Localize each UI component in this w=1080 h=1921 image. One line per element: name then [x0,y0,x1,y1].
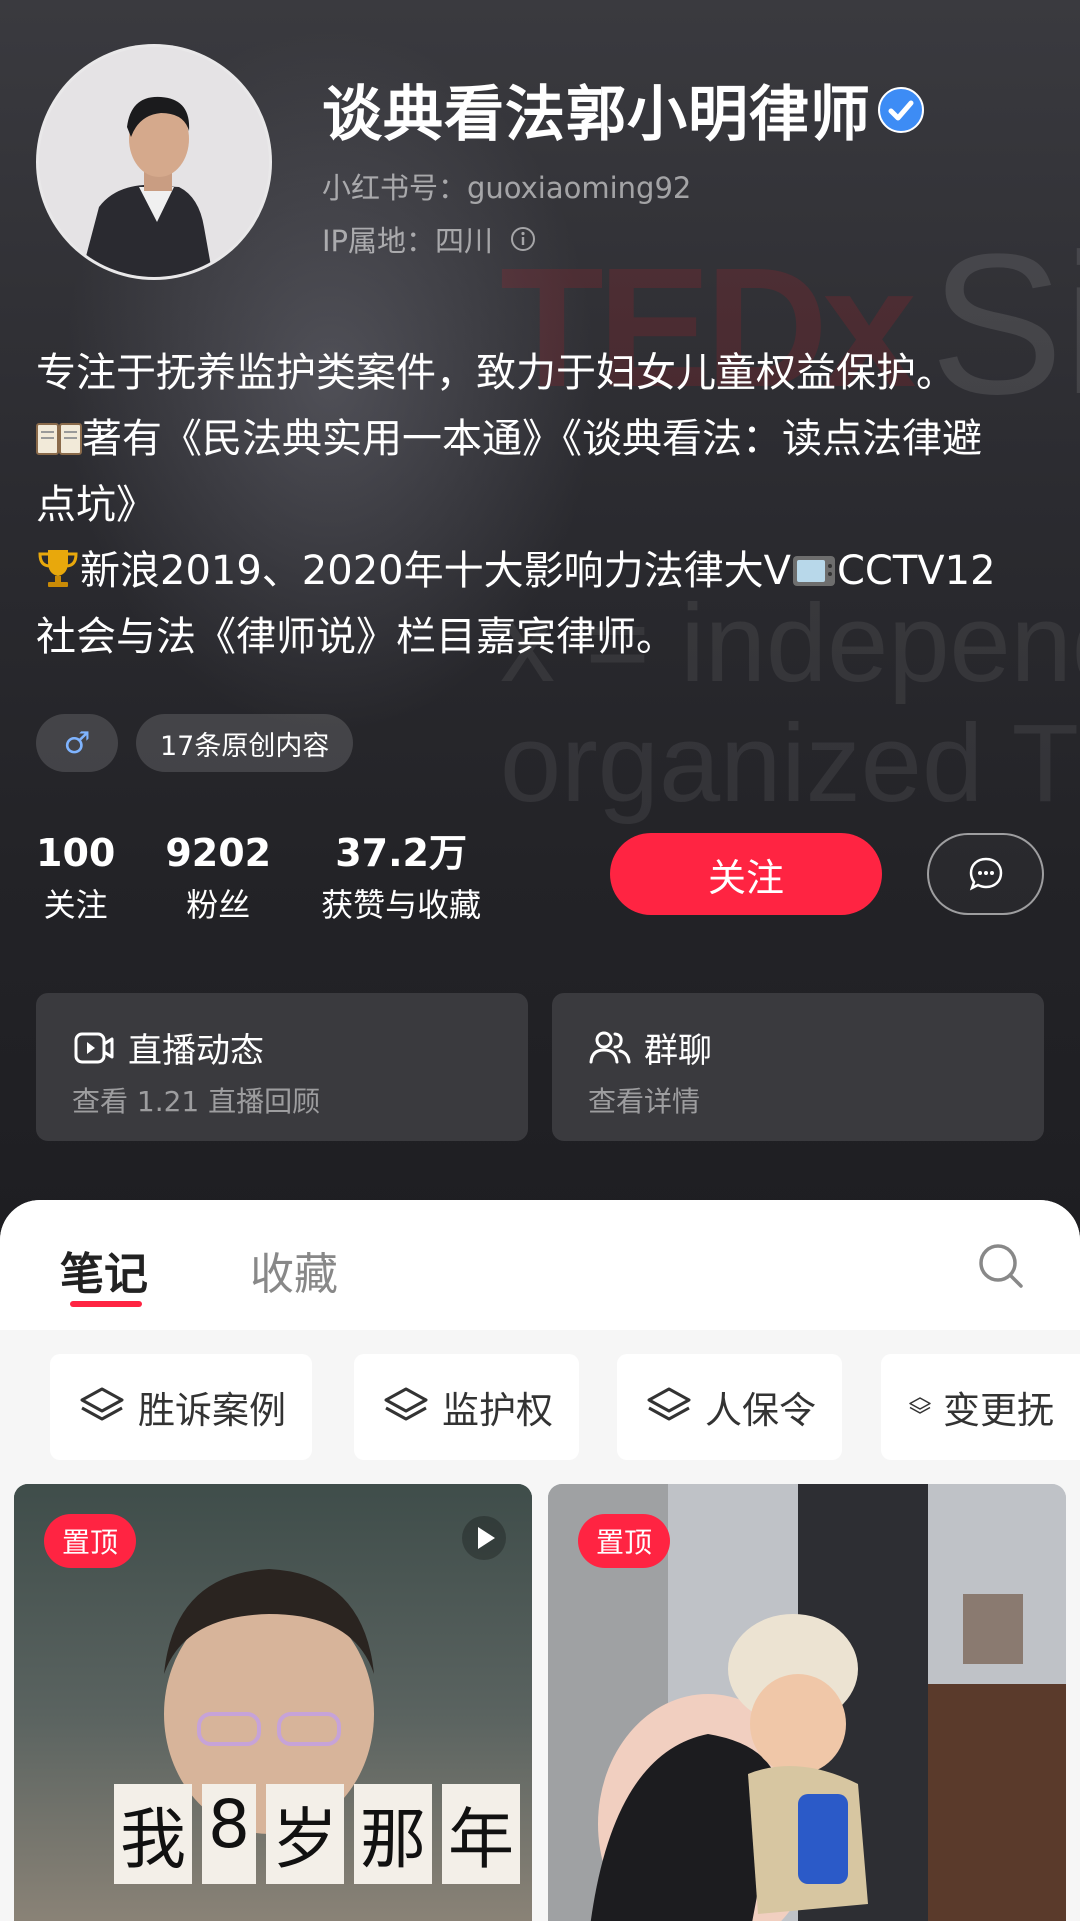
chip-protection-order[interactable]: 人保令 [617,1354,842,1460]
verified-badge-icon [878,86,924,133]
live-video-icon [74,1032,114,1063]
tab-notes[interactable]: 笔记 [60,1238,148,1302]
stat-number: 100 [36,831,116,875]
group-card-title: 群聊 [588,1023,1008,1072]
profile-bio: 专注于抚养监护类案件，致力于妇女儿童权益保护。 著有《民法典实用一本通》《谈典看… [36,340,1056,670]
caption-char: 那 [354,1784,432,1884]
stat-label: 粉丝 [186,886,251,924]
active-tab-indicator [70,1301,142,1307]
stat-label: 关注 [43,886,108,924]
ip-location: IP属地：四川 [322,218,537,260]
gender-tag: ♂ [36,714,118,772]
chip-guardianship[interactable]: 监护权 [354,1354,579,1460]
profile-name: 谈典看法郭小明律师 [322,80,871,150]
profile-stats: 100 关注 9202 粉丝 37.2万 获赞与收藏 [36,830,531,930]
live-card-subtitle: 查看 1.21 直播回顾 [72,1085,321,1118]
bio-line: 新浪2019、2020年十大影响力法律大V CCTV12 [36,538,1056,604]
caption-char: 年 [442,1784,520,1884]
layers-icon [647,1387,691,1421]
live-card-title: 直播动态 [72,1023,492,1072]
cover-caption: 我 8 岁 那 年 [114,1784,520,1884]
chip-change-custody[interactable]: 变更抚 [881,1354,1080,1460]
bio-line: 著有《民法典实用一本通》《谈典看法：读点法律避 [36,406,1056,472]
caption-char: 我 [114,1784,192,1884]
chip-label: 胜诉案例 [138,1389,286,1432]
tv-icon [792,556,835,586]
caption-char: 岁 [266,1784,344,1884]
original-content-tag[interactable]: 17条原创内容 [136,714,354,772]
chip-winning-cases[interactable]: 胜诉案例 [50,1354,312,1460]
content-sheet: 笔记 收藏 胜诉案例 监护权 人保令 变更抚 置顶 我 8 岁 那 年 置顶 [0,1200,1080,1921]
play-icon [462,1516,506,1560]
stat-followers[interactable]: 9202 粉丝 [165,830,271,930]
live-card-title-text: 直播动态 [128,1031,264,1071]
content-tabbar: 笔记 收藏 [0,1200,1080,1330]
layers-icon [909,1397,931,1414]
message-icon [969,857,1002,891]
red-id: 小红书号：guoxiaoming92 [322,171,692,205]
avatar[interactable] [36,44,272,280]
search-icon[interactable] [975,1240,1027,1292]
layers-icon [384,1387,428,1421]
background-line-2: organized TED [500,702,1080,825]
bio-line: 点坑》 [36,482,156,528]
profile-name-row: 谈典看法郭小明律师 [322,66,925,153]
group-chat-card[interactable]: 群聊 查看详情 [552,993,1044,1141]
pinned-badge: 置顶 [44,1514,137,1568]
stat-following[interactable]: 100 关注 [36,830,115,930]
stat-likes-collections[interactable]: 37.2万 获赞与收藏 [321,830,481,930]
stat-number: 9202 [165,831,272,875]
group-users-icon [589,1031,631,1063]
stat-number: 37.2万 [335,831,467,875]
live-updates-card[interactable]: 直播动态 查看 1.21 直播回顾 [36,993,528,1141]
bio-text: 新浪2019、2020年十大影响力法律大V [80,548,791,594]
bio-line: 社会与法《律师说》栏目嘉宾律师。 [36,614,676,660]
tab-collect[interactable]: 收藏 [250,1238,338,1302]
bio-text: 著有《民法典实用一本通》《谈典看法：读点法律避 [82,416,982,462]
info-icon[interactable] [509,225,537,253]
collection-chips: 胜诉案例 监护权 人保令 变更抚 [0,1354,1080,1460]
profile-tags: ♂ 17条原创内容 [36,714,354,772]
note-card[interactable]: 置顶 [548,1484,1066,1921]
ip-location-text: IP属地：四川 [322,224,494,258]
bio-text: CCTV12 [836,548,996,594]
message-button[interactable] [927,833,1044,915]
male-icon: ♂ [63,725,91,761]
chip-label: 变更抚 [943,1389,1054,1432]
group-card-subtitle: 查看详情 [588,1085,701,1118]
stat-label: 获赞与收藏 [321,886,482,924]
layers-icon [80,1387,124,1421]
chip-label: 人保令 [705,1389,816,1432]
pinned-badge: 置顶 [578,1514,671,1568]
follow-button[interactable]: 关注 [610,833,882,915]
caption-char: 8 [202,1784,256,1884]
bio-line: 专注于抚养监护类案件，致力于妇女儿童权益保护。 [36,350,956,396]
book-icon [36,423,82,455]
trophy-icon [38,550,78,587]
note-card[interactable]: 置顶 我 8 岁 那 年 [14,1484,532,1921]
chip-label: 监护权 [442,1389,553,1432]
group-card-title-text: 群聊 [644,1031,712,1071]
